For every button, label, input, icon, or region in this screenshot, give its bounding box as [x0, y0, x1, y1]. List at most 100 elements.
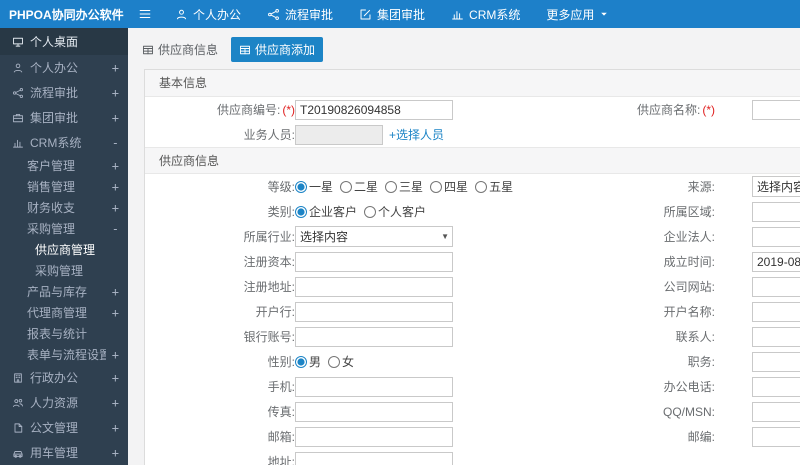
contact-input[interactable]: [752, 326, 800, 347]
website-input[interactable]: [752, 276, 800, 297]
radio-input[interactable]: [328, 355, 341, 368]
tab-supplier-info[interactable]: 供应商信息: [134, 37, 226, 62]
sidebar-item-personal-desktop[interactable]: 个人桌面: [0, 28, 128, 55]
registered-capital-input[interactable]: [295, 251, 453, 272]
field-cell: [752, 401, 800, 422]
sidebar-label: 个人办公: [30, 61, 79, 75]
radio-option[interactable]: 个人客户: [364, 203, 426, 220]
radio-option[interactable]: 四星: [430, 178, 468, 195]
sidebar-item-doc-mgmt[interactable]: 公文管理 +: [0, 415, 128, 440]
edit-icon: [360, 9, 371, 19]
form-row: 业务人员: +选择人员: [145, 122, 800, 147]
sidebar-item-form-flow-settings[interactable]: 表单与流程设置 +: [0, 344, 128, 365]
sidebar-item-product-inventory[interactable]: 产品与库存 +: [0, 281, 128, 302]
nav-more-apps[interactable]: 更多应用: [533, 0, 622, 28]
sidebar-item-sales-mgmt[interactable]: 销售管理 +: [0, 176, 128, 197]
qq-msn-input[interactable]: [752, 401, 800, 422]
field-label: 开户行:: [255, 305, 295, 319]
field-cell: 一星 二星 三星 四星 五星: [295, 178, 620, 195]
select-person-link[interactable]: +选择人员: [389, 126, 444, 143]
sidebar-item-vehicle-mgmt[interactable]: 用车管理 +: [0, 440, 128, 465]
position-input[interactable]: [752, 351, 800, 372]
radio-option[interactable]: 一星: [295, 178, 333, 195]
sidebar-label: 流程审批: [30, 86, 79, 100]
region-input[interactable]: [752, 201, 800, 222]
radio-input[interactable]: [340, 180, 353, 193]
sidebar-item-crm-system[interactable]: CRM系统 -: [0, 130, 128, 155]
registered-address-input[interactable]: [295, 276, 453, 297]
sidebar-item-admin-office[interactable]: 行政办公 +: [0, 365, 128, 390]
radio-option[interactable]: 三星: [385, 178, 423, 195]
radio-option[interactable]: 女: [328, 353, 354, 370]
field-cell: [752, 326, 800, 347]
field-label-cell: 开户行:: [145, 303, 295, 320]
tab-supplier-add[interactable]: 供应商添加: [231, 37, 324, 62]
sidebar-item-finance[interactable]: 财务收支 +: [0, 197, 128, 218]
legal-person-input[interactable]: [752, 226, 800, 247]
radio-input[interactable]: [295, 205, 307, 218]
nav-personal-office[interactable]: 个人办公: [162, 0, 254, 28]
radio-input[interactable]: [385, 180, 398, 193]
field-label: 业务人员:: [243, 128, 295, 142]
radio-input[interactable]: [295, 180, 307, 193]
nav-label: CRM系统: [469, 7, 521, 22]
sidebar-item-purchasing[interactable]: 采购管理: [0, 260, 128, 281]
sidebar-item-agent-mgmt[interactable]: 代理商管理 +: [0, 302, 128, 323]
field-label: 银行账号:: [243, 330, 295, 344]
founded-date-input[interactable]: [752, 251, 800, 272]
table-icon: [143, 45, 153, 54]
sidebar-label: 供应商管理: [35, 243, 96, 257]
radio-input[interactable]: [364, 205, 377, 218]
sidebar-item-personal-office[interactable]: 个人办公 +: [0, 55, 128, 80]
nav-group-approval[interactable]: 集团审批: [346, 0, 438, 28]
account-name-input[interactable]: [752, 301, 800, 322]
email-input[interactable]: [295, 426, 453, 447]
nav-label: 更多应用: [546, 7, 595, 22]
supplier-code-input[interactable]: [295, 99, 453, 120]
radio-option[interactable]: 男: [295, 353, 321, 370]
field-label: 所属区域:: [663, 205, 715, 219]
field-label: 邮箱:: [267, 430, 295, 444]
office-phone-input[interactable]: [752, 376, 800, 397]
nav-workflow-approval[interactable]: 流程审批: [254, 0, 346, 28]
bank-branch-input[interactable]: [295, 301, 453, 322]
zip-input[interactable]: [752, 426, 800, 447]
supplier-name-input[interactable]: [752, 99, 800, 120]
bank-account-input[interactable]: [295, 326, 453, 347]
radio-input[interactable]: [295, 355, 307, 368]
field-cell: +选择人员: [295, 124, 620, 145]
sidebar-item-reports-stats[interactable]: 报表与统计: [0, 323, 128, 344]
nav-crm-system[interactable]: CRM系统: [438, 0, 533, 28]
sidebar-item-hr[interactable]: 人力资源 +: [0, 390, 128, 415]
radio-option[interactable]: 企业客户: [295, 203, 357, 220]
sidebar-item-workflow-approval[interactable]: 流程审批 +: [0, 80, 128, 105]
field-label-cell: 业务人员:: [145, 126, 295, 143]
sidebar-label: 客户管理: [27, 159, 76, 173]
industry-select[interactable]: 选择内容 ▼: [295, 226, 453, 247]
field-label: 成立时间:: [663, 255, 715, 269]
radio-label: 一星: [309, 180, 334, 194]
sidebar-item-group-approval[interactable]: 集团审批 +: [0, 105, 128, 130]
source-select[interactable]: 选择内容▼: [752, 176, 800, 197]
field-label: 类别:: [267, 205, 295, 219]
mobile-input[interactable]: [295, 376, 453, 397]
fax-input[interactable]: [295, 401, 453, 422]
business-person-input[interactable]: [295, 124, 383, 145]
address-input[interactable]: [295, 451, 453, 465]
sidebar-item-purchase-mgmt[interactable]: 采购管理 -: [0, 218, 128, 239]
sidebar-label: 产品与库存: [27, 285, 88, 299]
field-label: 开户名称:: [663, 305, 715, 319]
radio-input[interactable]: [430, 180, 443, 193]
radio-option[interactable]: 二星: [340, 178, 378, 195]
sidebar-item-customer-mgmt[interactable]: 客户管理 +: [0, 155, 128, 176]
field-cell: [295, 99, 620, 120]
form-row: 等级: 一星 二星 三星 四星 五星 来源: 选择内容▼: [145, 174, 800, 199]
field-label: 手机:: [267, 380, 295, 394]
menu-toggle-button[interactable]: [128, 0, 162, 28]
field-label: 职务:: [687, 355, 715, 369]
radio-input[interactable]: [475, 180, 488, 193]
sidebar-item-supplier-mgmt[interactable]: 供应商管理: [0, 239, 128, 260]
field-label-cell: 成立时间:: [620, 253, 715, 270]
sidebar-label: 采购管理: [27, 222, 76, 236]
radio-option[interactable]: 五星: [475, 178, 513, 195]
